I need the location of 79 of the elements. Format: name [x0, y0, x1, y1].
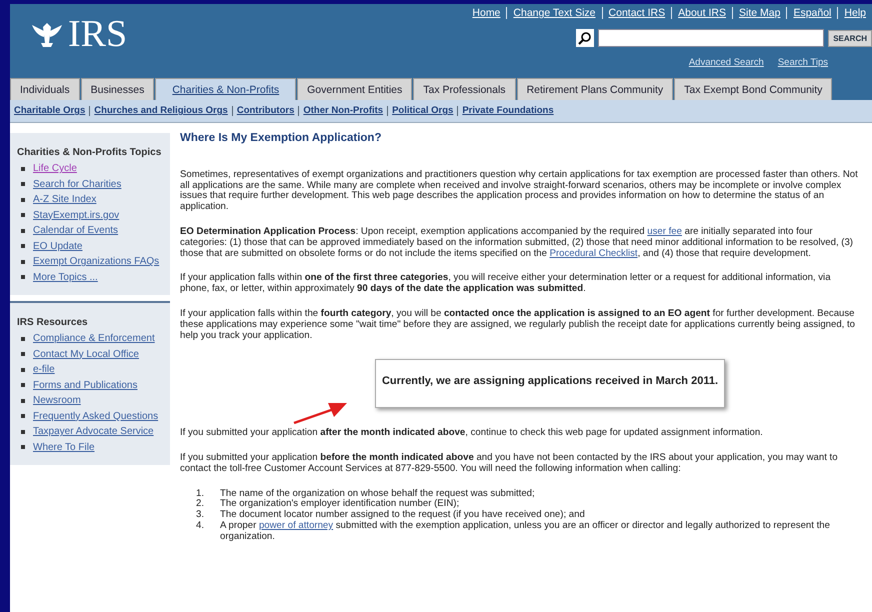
list-number: 2. — [196, 499, 206, 510]
search-button[interactable]: SEARCH — [828, 30, 872, 46]
search-field[interactable] — [598, 29, 824, 47]
search-link[interactable]: Search Tips — [778, 57, 828, 68]
sidebar-link[interactable]: Life Cycle — [33, 163, 77, 174]
bullet-icon — [21, 336, 25, 341]
bullet-icon — [21, 166, 25, 171]
sidebar-link[interactable]: Compliance & Enforcement — [33, 333, 155, 344]
list-number: 1. — [196, 488, 206, 499]
bullet-icon — [21, 244, 25, 248]
header-link[interactable]: Help — [837, 7, 872, 19]
sidebar-link[interactable]: Forms and Publications — [33, 380, 138, 391]
sidebar-link[interactable]: Newsroom — [33, 395, 81, 406]
search-link[interactable]: Advanced Search — [688, 57, 764, 68]
bullet-icon — [21, 398, 25, 403]
sidebar-link[interactable]: Exempt Organizations FAQs — [33, 256, 160, 268]
list-text: The document locator number assigned to the request (if you have received one); and — [220, 510, 585, 521]
sidebar-link[interactable]: Calendar of Events — [33, 225, 118, 236]
nav-tab[interactable]: Individuals — [10, 78, 80, 100]
subnav-link[interactable]: Charitable Orgs — [14, 106, 90, 116]
bullet-icon — [21, 445, 25, 450]
sidebar-link[interactable]: More Topics ... — [33, 272, 98, 283]
sidebar-heading: IRS Resources — [17, 317, 89, 328]
nav-tab[interactable]: Tax Professionals — [413, 78, 516, 100]
list-text: A proper power of attorney submitted with the exemption application, unless you are an officer or director and legally authorized to represent the organization. — [220, 520, 831, 543]
sidebar-link[interactable]: Search for Charities — [33, 178, 122, 190]
subnav-link[interactable]: Political Orgs — [387, 106, 458, 116]
sidebar-link[interactable]: EO Update — [33, 240, 82, 252]
body-paragraph: If your application falls within the fourth category, you will be contacted once the application is assigned to an EO agent for further development. Because these applications may experience some "wait time" before they are assigned, we regularly publish the receipt date for applications currently being assigned, to help you track your application. — [180, 308, 856, 342]
nav-tab[interactable]: Tax Exempt Bond Community — [674, 78, 832, 100]
list-text: The name of the organization on whose behalf the request was submitted; — [220, 488, 535, 499]
search-icon — [576, 29, 594, 47]
nav-tab[interactable]: Charities & Non-Profits — [155, 78, 296, 100]
bullet-icon — [21, 383, 25, 388]
subnav-link[interactable]: Contributors — [232, 106, 298, 116]
sidebar-link[interactable]: e-file — [33, 364, 55, 376]
list-number: 4. — [196, 520, 206, 533]
body-paragraph: Sometimes, representatives of exempt organizations and practitioners question why certain applications for tax exemption are processed faster than others. Not all applications are the same. While many are complete when received and involve straight-forward scenarios, others may be incomplete or involve complex issues that require further development. This web page describes the application process and provides information on how to determine the status of an application. — [180, 170, 859, 213]
subnav-link[interactable]: Private Foundations — [457, 106, 558, 116]
bullet-icon — [21, 368, 25, 372]
sidebar-link[interactable]: Contact My Local Office — [33, 348, 139, 360]
nav-tab[interactable]: Government Entities — [297, 78, 412, 100]
text-link[interactable]: user fee — [647, 226, 682, 237]
body-paragraph: If you submitted your application before the month indicated above and you have not been contacted by the IRS about your application, you may want to contact the toll-free Customer Account Services at 877-829-5500. You will need the following information when calling: — [180, 452, 839, 475]
bullet-icon — [21, 414, 25, 418]
logo-text[interactable]: IRS — [68, 12, 128, 56]
body-paragraph: EO Determination Application Process: Upon receipt, exemption applications accompanied by the required user fee are initially separated into four categories: (1) those that can be approved immediately based on the information submitted, (2) those that need minor additional information to be resolved, (3) those that are submitted on obsolete forms or do not include the items specified on the Procedural Checklist, and (4) those that require development. — [180, 226, 854, 260]
subnav-link[interactable]: Other Non-Profits — [298, 106, 388, 116]
nav-tab[interactable]: Retirement Plans Community — [516, 78, 674, 100]
header-link[interactable]: Home — [466, 7, 506, 19]
header-link[interactable]: About IRS — [671, 7, 732, 19]
bullet-icon — [21, 182, 25, 186]
list-number: 3. — [196, 510, 206, 521]
list-text: The organization's employer identification number (EIN); — [220, 499, 460, 510]
bullet-icon — [21, 213, 25, 218]
sidebar-link[interactable]: Where To File — [33, 442, 95, 453]
bullet-icon — [21, 275, 25, 280]
bullet-icon — [21, 352, 25, 356]
bullet-icon — [21, 260, 25, 264]
bullet-icon — [21, 198, 25, 202]
subnav-link[interactable]: Churches and Religious Orgs — [89, 106, 232, 116]
header-link[interactable]: Español — [786, 7, 838, 19]
text-link[interactable]: power of attorney — [258, 520, 334, 531]
sidebar-link[interactable]: StayExempt.irs.gov — [33, 210, 120, 221]
bullet-icon — [21, 430, 25, 434]
header-link[interactable]: Site Map — [732, 7, 786, 19]
body-paragraph: If you submitted your application after the month indicated above, continue to check this web page for updated assignment information. — [180, 428, 764, 439]
header-link[interactable]: Change Text Size — [506, 7, 602, 19]
body-paragraph: If your application falls within one of the first three categories, you will receive either your determination letter or a request for additional information, via phone, fax, or letter, within approximately 90 days of the date the application was submitted. — [180, 273, 832, 295]
page-title: Where Is My Exemption Application? — [180, 133, 382, 144]
text-link[interactable]: Procedural Checklist — [550, 248, 638, 259]
sidebar-link[interactable]: Frequently Asked Questions — [33, 410, 158, 422]
bullet-icon — [21, 228, 25, 233]
sidebar-link[interactable]: A-Z Site Index — [33, 194, 96, 206]
header-link[interactable]: Contact IRS — [602, 7, 672, 19]
sidebar-heading: Charities & Non-Profits Topics — [17, 147, 162, 158]
notice-box: Currently, we are assigning applications received in March 2011. — [374, 359, 726, 408]
nav-tab[interactable]: Businesses — [80, 78, 154, 100]
sidebar-link[interactable]: Taxpayer Advocate Service — [33, 426, 154, 438]
